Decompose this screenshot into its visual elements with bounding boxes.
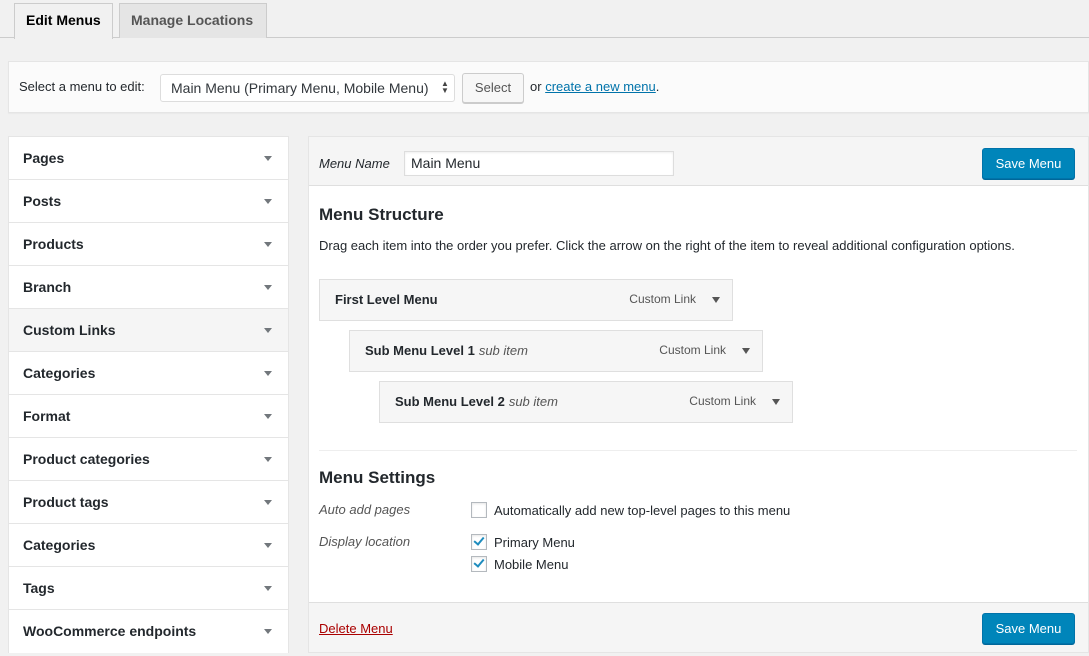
sub-item-label: sub item <box>478 343 528 358</box>
nav-tab-bar: Edit Menus Manage Locations <box>0 0 1089 39</box>
menu-item-sub-level-2[interactable]: Sub Menu Level 2 sub item Custom Link <box>379 381 793 423</box>
menu-name-label: Menu Name <box>319 156 390 171</box>
accordion-item-label: Product tags <box>23 494 109 510</box>
menu-item-title-text: Sub Menu Level 2 <box>395 394 505 409</box>
primary-menu-checkbox[interactable] <box>471 534 487 550</box>
accordion-item-branch[interactable]: Branch <box>9 266 288 309</box>
checkmark-icon <box>473 556 485 568</box>
caret-down-icon <box>264 285 272 290</box>
accordion-item-label: Products <box>23 236 84 252</box>
auto-add-pages-text: Automatically add new top-level pages to… <box>494 503 791 518</box>
accordion-item-label: Product categories <box>23 451 150 467</box>
accordion-item-label: Categories <box>23 365 96 381</box>
save-menu-button-top[interactable]: Save Menu <box>982 148 1075 179</box>
accordion-item-custom-links[interactable]: Custom Links <box>9 309 288 352</box>
caret-down-icon <box>264 586 272 591</box>
menu-select-bar: Select a menu to edit: Main Menu (Primar… <box>8 61 1089 113</box>
menu-name-input[interactable]: Main Menu <box>404 151 674 176</box>
menu-select-dropdown[interactable]: Main Menu (Primary Menu, Mobile Menu) ▲ ▼ <box>160 74 455 102</box>
menu-item-first-level[interactable]: First Level Menu Custom Link <box>319 279 733 321</box>
select-menu-label: Select a menu to edit: <box>19 79 145 94</box>
menu-item-title: Sub Menu Level 1 sub item <box>365 331 528 371</box>
section-divider <box>319 450 1077 451</box>
caret-down-icon <box>264 199 272 204</box>
caret-down-icon <box>264 629 272 634</box>
checkmark-icon <box>473 534 485 546</box>
caret-down-icon <box>264 156 272 161</box>
accordion-item-label: Branch <box>23 279 72 295</box>
add-menu-items-accordion: Pages Posts Products Branch Custom Links… <box>8 136 289 653</box>
accordion-item-products[interactable]: Products <box>9 223 288 266</box>
accordion-item-label: WooCommerce endpoints <box>23 623 197 639</box>
auto-add-pages-label: Auto add pages <box>319 502 411 517</box>
or-text: or <box>530 79 542 94</box>
primary-menu-label: Primary Menu <box>494 535 575 550</box>
menu-item-type: Custom Link <box>629 292 696 306</box>
menu-item-type: Custom Link <box>659 343 726 357</box>
menu-editor-footer: Delete Menu Save Menu <box>309 602 1088 652</box>
accordion-item-label: Custom Links <box>23 322 116 338</box>
menu-editor-panel: Menu Name Main Menu Save Menu Menu Struc… <box>308 136 1089 653</box>
menu-structure-heading: Menu Structure <box>319 205 444 224</box>
item-edit-arrow-icon[interactable] <box>712 297 720 303</box>
auto-add-pages-checkbox[interactable] <box>471 502 487 518</box>
create-menu-text: or create a new menu. <box>530 79 659 94</box>
accordion-item-woocommerce-endpoints[interactable]: WooCommerce endpoints <box>9 610 288 653</box>
mobile-menu-label: Mobile Menu <box>494 557 569 572</box>
accordion-item-categories[interactable]: Categories <box>9 352 288 395</box>
menu-item-title: First Level Menu <box>335 280 438 320</box>
caret-down-icon <box>264 328 272 333</box>
accordion-item-label: Tags <box>23 580 55 596</box>
accordion-item-tags[interactable]: Tags <box>9 567 288 610</box>
accordion-item-posts[interactable]: Posts <box>9 180 288 223</box>
updown-arrows-icon: ▲ ▼ <box>441 79 449 95</box>
save-menu-button-bottom[interactable]: Save Menu <box>982 613 1075 644</box>
create-new-menu-link[interactable]: create a new menu <box>545 79 656 94</box>
menu-item-sub-level-1[interactable]: Sub Menu Level 1 sub item Custom Link <box>349 330 763 372</box>
tab-edit-menus[interactable]: Edit Menus <box>14 3 113 39</box>
caret-down-icon <box>264 543 272 548</box>
caret-down-icon <box>264 500 272 505</box>
select-button[interactable]: Select <box>462 73 524 103</box>
accordion-item-categories-2[interactable]: Categories <box>9 524 288 567</box>
menu-item-title: Sub Menu Level 2 sub item <box>395 382 558 422</box>
caret-down-icon <box>264 242 272 247</box>
accordion-item-product-tags[interactable]: Product tags <box>9 481 288 524</box>
mobile-menu-checkbox[interactable] <box>471 556 487 572</box>
menu-settings-heading: Menu Settings <box>319 468 436 487</box>
item-edit-arrow-icon[interactable] <box>742 348 750 354</box>
menu-item-title-text: First Level Menu <box>335 292 438 307</box>
menu-editor-header: Menu Name Main Menu Save Menu <box>309 137 1088 186</box>
accordion-item-label: Pages <box>23 150 65 166</box>
accordion-item-label: Categories <box>23 537 96 553</box>
accordion-item-pages[interactable]: Pages <box>9 137 288 180</box>
caret-down-icon <box>264 371 272 376</box>
display-location-label: Display location <box>319 534 411 549</box>
sub-item-label: sub item <box>508 394 558 409</box>
accordion-item-format[interactable]: Format <box>9 395 288 438</box>
menu-item-type: Custom Link <box>689 394 756 408</box>
delete-menu-link[interactable]: Delete Menu <box>319 621 393 636</box>
accordion-item-product-categories[interactable]: Product categories <box>9 438 288 481</box>
caret-down-icon <box>264 414 272 419</box>
tab-manage-locations[interactable]: Manage Locations <box>119 3 267 38</box>
item-edit-arrow-icon[interactable] <box>772 399 780 405</box>
menu-structure-description: Drag each item into the order you prefer… <box>319 238 1015 253</box>
accordion-item-label: Format <box>23 408 71 424</box>
menu-item-title-text: Sub Menu Level 1 <box>365 343 475 358</box>
accordion-item-label: Posts <box>23 193 62 209</box>
caret-down-icon <box>264 457 272 462</box>
menu-select-value: Main Menu (Primary Menu, Mobile Menu) <box>171 80 429 96</box>
period-text: . <box>655 79 660 94</box>
